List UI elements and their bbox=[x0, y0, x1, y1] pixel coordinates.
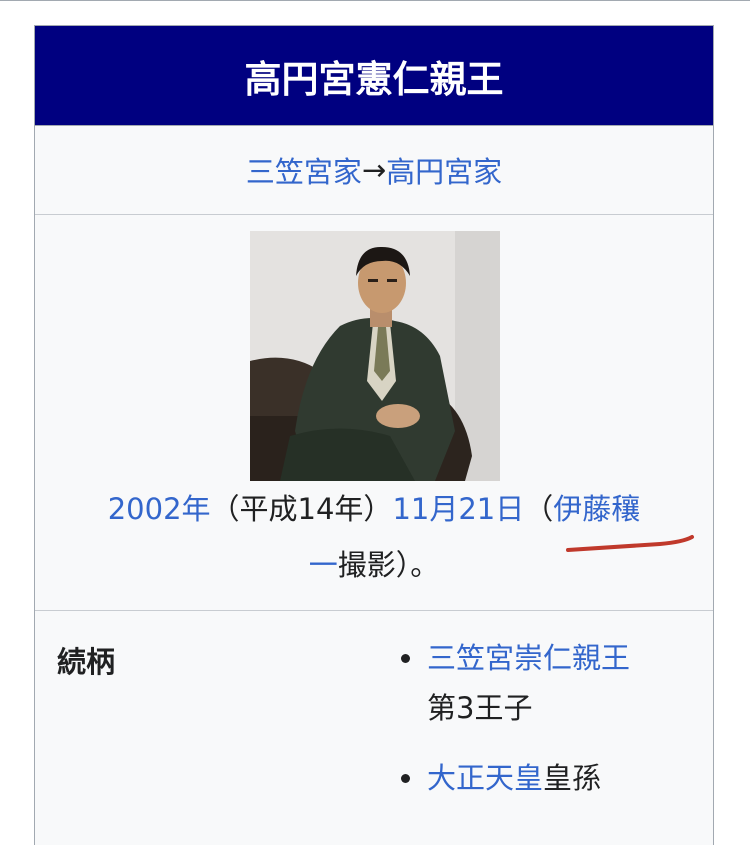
caption-day-link[interactable]: 11月21日 bbox=[392, 492, 524, 526]
lineage-row: 続柄 三笠宮崇仁親王 第3王子 大正天皇皇孫 bbox=[35, 611, 713, 851]
photo-cell: 2002年（平成14年）11月21日（伊藤穰 一撮影）。 bbox=[35, 215, 713, 611]
portrait-photo[interactable] bbox=[250, 231, 500, 481]
pen-underline-mark bbox=[566, 535, 694, 552]
infobox-title: 高円宮憲仁親王 bbox=[35, 26, 713, 126]
infobox: 高円宮憲仁親王 三笠宮家 → 高円宮家 2002年（平成14年）11月21日（伊… bbox=[34, 25, 714, 845]
lineage-list: 三笠宮崇仁親王 第3王子 大正天皇皇孫 bbox=[395, 633, 695, 823]
top-divider bbox=[0, 0, 750, 1]
lineage-parent-link[interactable]: 三笠宮崇仁親王 bbox=[427, 641, 630, 675]
lineage-parent-text: 第3王子 bbox=[427, 691, 533, 725]
caption-open-paren: （ bbox=[524, 492, 554, 526]
caption-suffix: 撮影）。 bbox=[337, 548, 440, 582]
house-to-link[interactable]: 高円宮家 bbox=[386, 149, 502, 191]
house-arrow: → bbox=[361, 153, 387, 187]
lineage-grandparent-text: 皇孫 bbox=[543, 761, 602, 795]
lineage-grandparent-link[interactable]: 大正天皇 bbox=[427, 761, 543, 795]
bullet-icon bbox=[401, 774, 410, 783]
list-item: 三笠宮崇仁親王 第3王子 bbox=[395, 633, 695, 733]
list-item: 大正天皇皇孫 bbox=[395, 753, 695, 803]
caption-line-1: 2002年（平成14年）11月21日（伊藤穰 bbox=[35, 481, 713, 537]
caption-year-link[interactable]: 2002年 bbox=[108, 492, 211, 526]
house-row: 三笠宮家 → 高円宮家 bbox=[35, 126, 713, 215]
house-from-link[interactable]: 三笠宮家 bbox=[246, 149, 362, 191]
lineage-label: 続柄 bbox=[57, 645, 116, 679]
caption-photographer-link-cont[interactable]: 一 bbox=[309, 548, 338, 582]
bullet-icon bbox=[401, 654, 410, 663]
caption-era: （平成14年） bbox=[210, 492, 393, 526]
caption-photographer-link[interactable]: 伊藤穰 bbox=[553, 492, 640, 526]
